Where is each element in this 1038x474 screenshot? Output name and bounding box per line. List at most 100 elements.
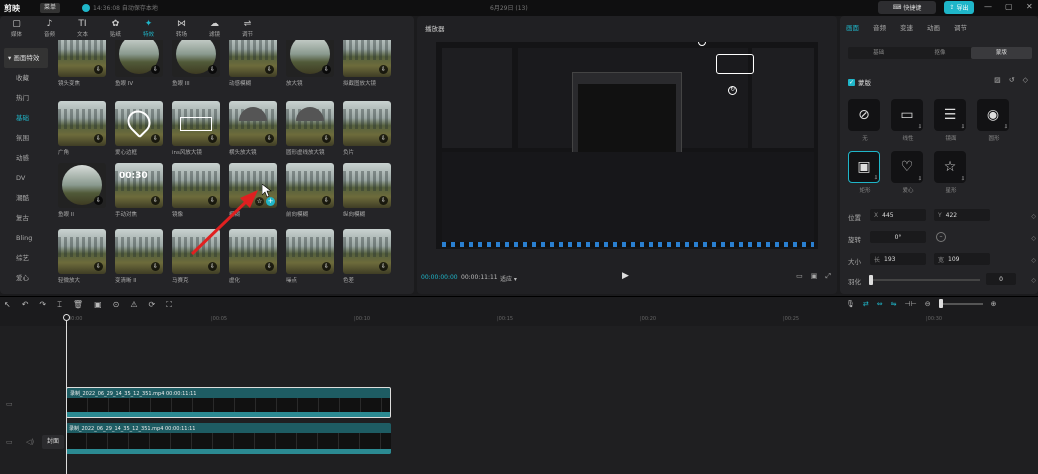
sub-tab[interactable]: 基础 — [848, 47, 909, 59]
effect-item[interactable]: ⇩ 圆形虚线放大镜 — [286, 101, 336, 156]
download-icon[interactable]: ⇩ — [94, 262, 103, 271]
minimize-icon[interactable]: — — [984, 2, 992, 11]
position-keyframe-icon[interactable]: ◇ — [1031, 213, 1036, 220]
effect-item[interactable]: ⇩ 鱼眼 III — [172, 40, 222, 87]
download-icon[interactable]: ⇩ — [208, 134, 217, 143]
download-icon[interactable]: ⇩ — [322, 196, 331, 205]
effect-item[interactable]: ⇩ 鱼眼 IV — [115, 40, 165, 87]
size-width-input[interactable]: 长 193 — [870, 253, 926, 265]
link-main-track-icon[interactable]: ⇄ — [863, 300, 869, 308]
checkbox-icon[interactable]: ✓ — [848, 78, 855, 86]
position-x-input[interactable]: X 445 — [870, 209, 926, 221]
snap-icon[interactable]: ⇔ — [877, 300, 883, 308]
export-button[interactable]: ⇪ 导出 — [944, 1, 974, 14]
effect-item[interactable]: ⇩ 拟截图放大镜 — [343, 40, 393, 87]
effect-item[interactable]: ⇩ 色差 — [343, 229, 393, 284]
download-icon[interactable]: ⇩ — [379, 196, 388, 205]
keyframe-icon[interactable]: ◇ — [1023, 76, 1028, 84]
inspector-tab[interactable]: 动画 — [927, 22, 940, 32]
sidebar-item[interactable]: 热门 — [4, 88, 48, 108]
inspector-tab[interactable]: 画面 — [846, 22, 859, 32]
preview-axis-icon[interactable]: ⊣⊢ — [905, 300, 917, 308]
download-icon[interactable]: ⇩ — [379, 65, 388, 74]
tab-filter[interactable]: ☁ 滤镜 — [198, 16, 231, 40]
download-icon[interactable]: ⇩ — [208, 65, 217, 74]
download-icon[interactable]: ⇩ — [94, 196, 103, 205]
download-icon[interactable]: ⇩ — [265, 134, 274, 143]
sub-tab[interactable]: 蒙版 — [970, 47, 1032, 59]
invert-icon[interactable]: ▨ — [994, 76, 1001, 84]
track-visibility-icon[interactable]: ▭ — [6, 400, 13, 408]
redo-icon[interactable]: ↷ — [39, 300, 46, 310]
tab-audio[interactable]: ♪ 音频 — [33, 16, 66, 40]
sidebar-item[interactable]: 综艺 — [4, 248, 48, 268]
ratio-dropdown[interactable]: 适应 ▾ — [500, 274, 517, 283]
mask-frame[interactable] — [716, 54, 754, 74]
feather-slider[interactable] — [870, 279, 980, 281]
download-icon[interactable]: ⇩ — [94, 134, 103, 143]
download-icon[interactable]: ⇩ — [265, 65, 274, 74]
tab-sticker[interactable]: ✿ 贴纸 — [99, 16, 132, 40]
effect-item[interactable]: ⇩ 纵向模糊 — [343, 163, 393, 218]
zoom-slider[interactable] — [938, 299, 983, 308]
undo-icon[interactable]: ↶ — [22, 300, 29, 310]
effect-item[interactable]: ⇩ 横头放大镜 — [229, 101, 279, 156]
effect-item[interactable]: ⇩ 前向模糊 — [286, 163, 336, 218]
effect-item[interactable]: ⇩ 爱心边框 — [115, 101, 165, 156]
download-icon[interactable]: ⇩ — [151, 196, 160, 205]
feather-slider-handle[interactable] — [869, 275, 873, 285]
effect-item[interactable]: 00:30 ⇩ 手动对焦 — [115, 163, 165, 218]
effect-item[interactable]: ⇩ 镜头变焦 — [58, 40, 108, 87]
sidebar-header[interactable]: ▾ 画面特效 — [4, 48, 48, 68]
effect-item[interactable]: ⇩ 放大镜 — [286, 40, 336, 87]
rotate-keyframe-icon[interactable]: ◇ — [1031, 235, 1036, 242]
effect-item[interactable]: ⇩ 噪点 — [286, 229, 336, 284]
rotate-dial-icon[interactable]: – — [936, 232, 946, 242]
effect-item[interactable]: ⇩ 动感模糊 — [229, 40, 279, 87]
inspector-tab[interactable]: 调节 — [954, 22, 967, 32]
close-icon[interactable]: ✕ — [1026, 2, 1033, 11]
mic-icon[interactable]: 🎙 — [846, 300, 855, 308]
effect-item[interactable]: ⇩ ins风放大镜 — [172, 101, 222, 156]
fullscreen-icon[interactable]: ⤢ — [825, 272, 831, 281]
select-tool-icon[interactable]: ↖ — [4, 300, 11, 310]
effect-item[interactable]: ⇩ 轻微放大 — [58, 229, 108, 284]
mask-star[interactable]: ☆ ⇩ 星形 — [934, 151, 968, 194]
sidebar-item[interactable]: Bling — [4, 228, 48, 248]
download-icon[interactable]: ⇩ — [379, 134, 388, 143]
sidebar-item[interactable]: DV — [4, 168, 48, 188]
freeze-icon[interactable]: ▣ — [94, 300, 102, 310]
mirror-icon[interactable]: ⚠ — [130, 300, 137, 310]
download-icon[interactable]: ⇩ — [151, 262, 160, 271]
inspector-tab[interactable]: 音频 — [873, 22, 886, 32]
maximize-icon[interactable]: ▢ — [1005, 2, 1013, 11]
sidebar-item[interactable]: 收藏 — [4, 68, 48, 88]
tab-effect[interactable]: ✦ 特效 — [132, 16, 165, 40]
rotate-handle-icon[interactable]: ↻ — [728, 86, 737, 95]
effect-item[interactable]: ⇩ 变清晰 II — [115, 229, 165, 284]
mask-rectangle[interactable]: ▣ ⇩ 矩形 — [848, 151, 882, 194]
download-icon[interactable]: ⇩ — [379, 262, 388, 271]
effect-item[interactable]: ⇩ 负片 — [343, 101, 393, 156]
crop-icon[interactable]: ⛶ — [166, 300, 172, 310]
size-height-input[interactable]: 宽 109 — [934, 253, 990, 265]
sub-tab[interactable]: 抠像 — [909, 47, 970, 59]
download-icon[interactable]: ⇩ — [322, 65, 331, 74]
menu-button[interactable]: 菜单 — [40, 3, 61, 13]
effect-item[interactable]: ⇩ 鱼眼 II — [58, 163, 108, 218]
preview-screen[interactable]: ↻ — [436, 42, 818, 249]
download-icon[interactable]: ⇩ — [322, 262, 331, 271]
zoom-slider-handle[interactable] — [938, 299, 943, 308]
tab-text[interactable]: TI 文本 — [66, 16, 99, 40]
tab-adjust[interactable]: ⇌ 调节 — [231, 16, 264, 40]
overlay-clip[interactable]: 录制_2022_06_29_14_35_12_351.mp4 00:00:11:… — [66, 387, 391, 418]
scale-icon[interactable]: ▭ — [796, 272, 803, 281]
mask-linear[interactable]: ▭ ⇩ 线性 — [891, 99, 925, 142]
main-track-lock-icon[interactable]: ▭ — [6, 438, 13, 446]
delete-icon[interactable]: 🗑 — [73, 300, 83, 310]
fit-icon[interactable]: ▣ — [811, 272, 818, 281]
mask-toggle[interactable]: ✓ 蒙版 — [848, 77, 871, 87]
position-y-input[interactable]: Y 422 — [934, 209, 990, 221]
effect-item[interactable]: ⇩ 广角 — [58, 101, 108, 156]
play-icon[interactable]: ▶ — [622, 271, 629, 281]
